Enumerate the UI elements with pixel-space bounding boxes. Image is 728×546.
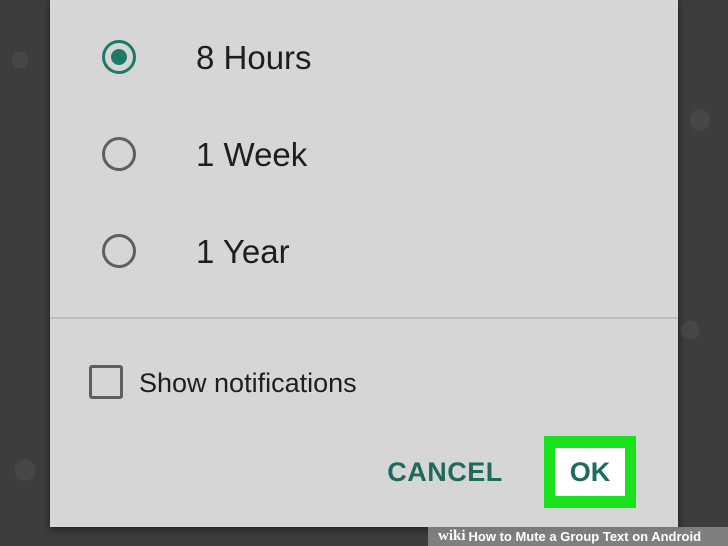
radio-unselected-icon[interactable] xyxy=(102,234,136,268)
wikihow-watermark: wiki How to Mute a Group Text on Android xyxy=(428,527,728,546)
show-notifications-label[interactable]: Show notifications xyxy=(139,366,357,400)
watermark-brand: wiki xyxy=(438,528,466,544)
show-notifications-checkbox[interactable] xyxy=(89,365,123,399)
divider xyxy=(50,317,678,319)
watermark-text: How to Mute a Group Text on Android xyxy=(468,529,702,544)
option-label: 1 Year xyxy=(196,233,290,270)
option-1-year[interactable]: 1 Year xyxy=(50,208,678,298)
option-label: 8 Hours xyxy=(196,39,312,76)
radio-unselected-icon[interactable] xyxy=(102,137,136,171)
mute-dialog: 8 Hours 1 Week 1 Year Show notifications… xyxy=(50,0,678,527)
option-8-hours[interactable]: 8 Hours xyxy=(50,14,678,104)
ok-button[interactable]: OK xyxy=(555,448,625,496)
option-label: 1 Week xyxy=(196,136,308,173)
cancel-button[interactable]: CANCEL xyxy=(380,450,510,494)
radio-selected-icon[interactable] xyxy=(102,40,136,74)
option-1-week[interactable]: 1 Week xyxy=(50,111,678,201)
